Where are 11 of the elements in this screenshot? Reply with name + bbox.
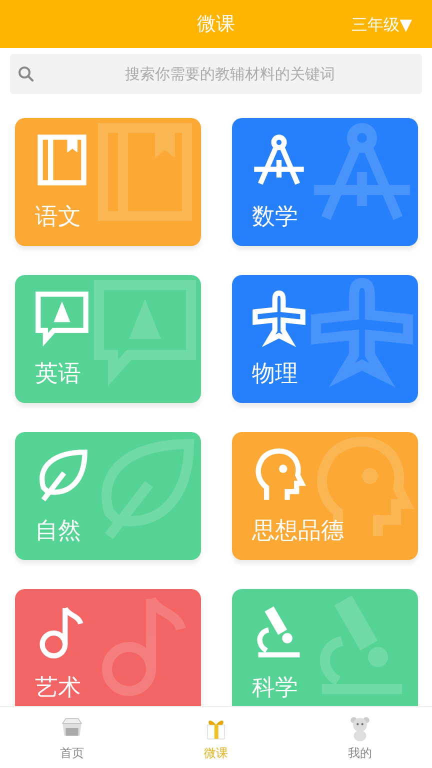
grade-dropdown[interactable]: 三年级▼: [352, 13, 412, 37]
subject-card[interactable]: 自然: [15, 432, 201, 560]
subject-card[interactable]: 数学: [232, 118, 418, 246]
subject-card[interactable]: 物理: [232, 275, 418, 403]
subject-card[interactable]: 思想品德: [232, 432, 418, 560]
subject-card[interactable]: 科学: [232, 589, 418, 706]
page-title: 微课: [197, 12, 235, 37]
subject-card[interactable]: 艺术: [15, 589, 201, 706]
subject-card[interactable]: 语文: [15, 118, 201, 246]
subject-card[interactable]: 英语: [15, 275, 201, 403]
search-field[interactable]: 搜索你需要的教辅材料的关键词: [10, 54, 422, 94]
